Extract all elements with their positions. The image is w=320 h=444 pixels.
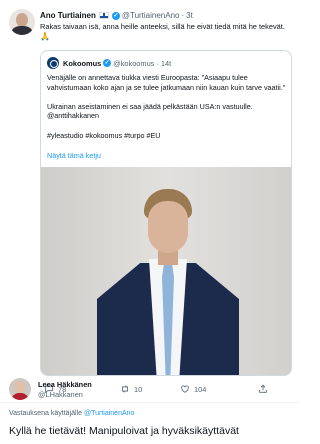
quote-author-name: Kokoomus (63, 58, 102, 68)
replying-to-handle-link[interactable]: @TurtiainenAno (84, 410, 134, 417)
retweet-button[interactable]: 10 (120, 384, 142, 394)
quote-text: Venäjälle on annettava tiukka viesti Eur… (47, 73, 287, 150)
tweet-header: Ano Turtiainen ✓ @TurtiainenAno · 3t (40, 11, 193, 20)
like-count: 104 (194, 384, 207, 394)
like-icon (181, 385, 189, 393)
replying-to: Vastauksena käyttäjälle @TurtiainenAno (9, 410, 134, 417)
verified-badge-icon: ✓ (111, 11, 120, 20)
verified-badge-icon: ✓ (103, 59, 112, 67)
author-handle[interactable]: @TurtiainenAno (122, 11, 180, 20)
author-avatar[interactable] (9, 9, 35, 35)
show-thread-link[interactable]: Näytä tämä ketju (47, 151, 101, 160)
divider (0, 402, 300, 403)
author-name[interactable]: Ano Turtiainen (40, 11, 96, 20)
tweet-body: Rakas taivaan isä, anna heille anteeksi,… (40, 22, 285, 31)
retweet-icon (122, 385, 128, 393)
reply-tweet-text: Kyllä he tietävät! Manipuloivat ja hyväk… (9, 425, 239, 437)
quote-photo[interactable] (41, 167, 291, 375)
kokoomus-logo-icon (47, 57, 59, 69)
tweet-text: Rakas taivaan isä, anna heille anteeksi,… (40, 22, 295, 42)
quote-paragraph: Ukrainan aseistaminen ei saa jäädä pelkä… (47, 101, 253, 121)
retweet-count: 10 (134, 384, 143, 394)
quote-header: Kokoomus ✓ @kokoomus · 14t (47, 57, 171, 69)
like-button[interactable]: 104 (180, 384, 206, 394)
quote-author-handle: @kokoomus (113, 58, 155, 68)
quote-time: 14t (160, 58, 172, 68)
quote-paragraph: Venäjälle on annettava tiukka viesti Eur… (47, 73, 286, 92)
separator-dot: · (181, 11, 185, 20)
reply-author-handle[interactable]: @LHakkanen (38, 390, 83, 399)
replying-to-prefix: Vastauksena käyttäjälle (9, 410, 83, 417)
reply-author-name[interactable]: Leea Häkkänen (38, 380, 92, 389)
finland-flag-icon (98, 12, 109, 19)
quoted-tweet[interactable]: Kokoomus ✓ @kokoomus · 14t Venäjälle on … (40, 50, 292, 376)
share-icon (259, 384, 267, 393)
quote-hashtags: #yleastudio #kokoomus #turpo #EU (47, 130, 161, 140)
tweet-time[interactable]: 3t (186, 11, 193, 20)
separator-dot: · (156, 58, 159, 68)
reply-author-avatar[interactable] (9, 378, 31, 400)
praying-hands-emoji: 🙏 (40, 32, 50, 41)
share-button[interactable] (258, 384, 268, 394)
